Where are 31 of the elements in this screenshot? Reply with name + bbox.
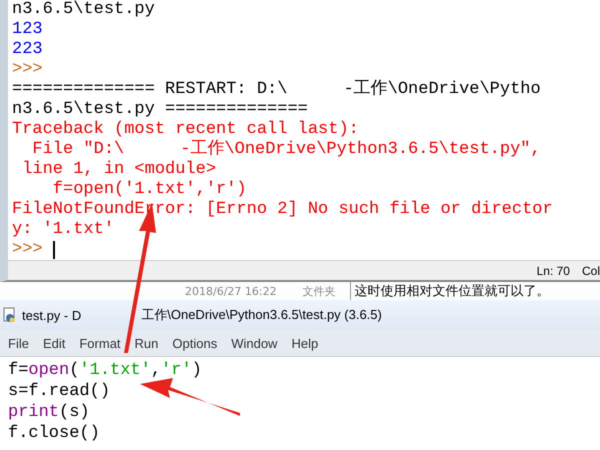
- shell-text: >>>: [12, 60, 43, 80]
- shell-text: ============== RESTART: D:\: [12, 80, 288, 100]
- shell-text: 123: [12, 20, 43, 40]
- shell-text: 223: [12, 40, 43, 60]
- shell-text: n3.6.5\test.py: [12, 0, 155, 20]
- code-line: f=open('1.txt','r'): [8, 360, 202, 381]
- code-line: s=f.read(): [8, 381, 110, 402]
- file-date: 2018/6/27 16:22: [185, 284, 277, 298]
- code-line: print(s): [8, 402, 90, 423]
- shell-text: -工作\OneDrive\Python3.6.5\test.py",: [180, 140, 541, 160]
- menu-item[interactable]: File: [8, 336, 29, 350]
- shell-text: y: '1.txt': [12, 220, 114, 240]
- shell-text: line 1, in <module>: [21, 160, 216, 180]
- shell-text: Traceback (most recent call last):: [12, 120, 359, 140]
- menu-item[interactable]: Window: [231, 336, 278, 350]
- menu-item[interactable]: Format: [79, 336, 121, 350]
- shell-text: File "D:\: [31, 140, 124, 160]
- menu-item[interactable]: Help: [291, 336, 318, 350]
- shell-text: -工作\OneDrive\Pytho: [343, 80, 541, 100]
- file-type: 文件夹: [302, 284, 336, 298]
- code-line: f.close(): [8, 423, 100, 444]
- menu-item[interactable]: Options: [172, 336, 218, 350]
- shell-text: >>>: [12, 240, 43, 260]
- window-title: 工作\OneDrive\Python3.6.5\test.py (3.6.5): [141, 306, 382, 324]
- shell-text: f=open('1.txt','r'): [52, 180, 247, 200]
- window-title: test.py - D: [22, 308, 82, 322]
- status-text: Ln: 70: [536, 264, 570, 278]
- status-text: Col: [582, 264, 600, 278]
- menu-item[interactable]: Run: [134, 336, 158, 350]
- shell-text: n3.6.5\test.py ==============: [12, 100, 308, 120]
- menu-item[interactable]: Edit: [42, 336, 66, 350]
